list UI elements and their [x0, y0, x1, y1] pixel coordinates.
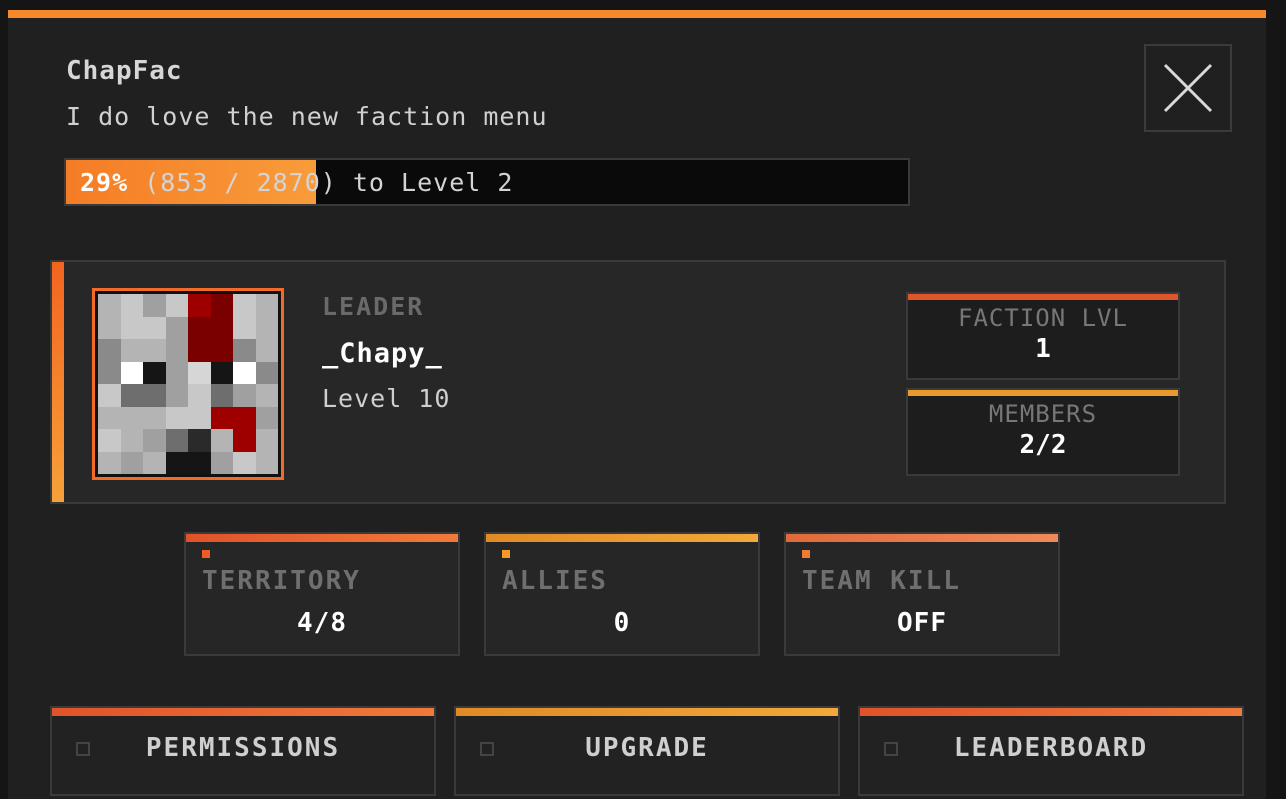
- upgrade-label: UPGRADE: [585, 733, 709, 763]
- territory-value: 4/8: [297, 608, 347, 638]
- xp-progress-text: 29% (853 / 2870) to Level 2: [80, 168, 513, 197]
- close-button[interactable]: [1144, 44, 1232, 132]
- permissions-accent: [52, 708, 434, 716]
- avatar: [92, 288, 284, 480]
- faction-description: I do love the new faction menu: [66, 102, 548, 131]
- territory-label: TERRITORY: [202, 566, 361, 596]
- upgrade-accent: [456, 708, 838, 716]
- leaderboard-button[interactable]: LEADERBOARD: [858, 706, 1244, 796]
- leader-card: LEADER _Chapy_ Level 10 FACTION LVL 1 ME…: [50, 260, 1226, 504]
- player-skin-face-icon: [98, 294, 278, 474]
- faction-menu-panel: ChapFac I do love the new faction menu 2…: [8, 10, 1266, 799]
- faction-name: ChapFac: [66, 56, 183, 86]
- close-icon: [1163, 63, 1213, 113]
- members-value: 2/2: [1019, 430, 1067, 460]
- team-kill-value: OFF: [897, 608, 947, 638]
- xp-percent: 29%: [80, 168, 129, 197]
- team-kill-card: TEAM KILL OFF: [784, 532, 1060, 656]
- allies-value: 0: [613, 608, 631, 638]
- leaderboard-accent: [860, 708, 1242, 716]
- allies-card: ALLIES 0: [484, 532, 760, 656]
- permissions-label: PERMISSIONS: [145, 733, 341, 763]
- members-box: MEMBERS 2/2: [906, 388, 1180, 476]
- upgrade-button[interactable]: UPGRADE: [454, 706, 840, 796]
- leaderboard-label: LEADERBOARD: [953, 733, 1149, 763]
- team-kill-dot-icon: [802, 550, 810, 558]
- xp-progress-bar: 29% (853 / 2870) to Level 2: [64, 158, 910, 206]
- allies-dot-icon: [502, 550, 510, 558]
- leader-level: Level 10: [322, 384, 451, 413]
- territory-accent: [186, 534, 458, 542]
- allies-label: ALLIES: [502, 566, 608, 596]
- members-accent: [908, 390, 1178, 396]
- team-kill-label: TEAM KILL: [802, 566, 961, 596]
- faction-level-label: FACTION LVL: [958, 304, 1128, 332]
- leader-caption: LEADER: [322, 292, 425, 321]
- faction-level-value: 1: [1035, 334, 1051, 364]
- leader-card-accent: [52, 262, 64, 502]
- faction-level-box: FACTION LVL 1: [906, 292, 1180, 380]
- territory-dot-icon: [202, 550, 210, 558]
- members-label: MEMBERS: [988, 400, 1098, 428]
- team-kill-accent: [786, 534, 1058, 542]
- allies-accent: [486, 534, 758, 542]
- xp-detail: (853 / 2870) to Level 2: [144, 168, 514, 197]
- leader-name: _Chapy_: [322, 338, 443, 369]
- faction-level-accent: [908, 294, 1178, 300]
- territory-card: TERRITORY 4/8: [184, 532, 460, 656]
- permissions-button[interactable]: PERMISSIONS: [50, 706, 436, 796]
